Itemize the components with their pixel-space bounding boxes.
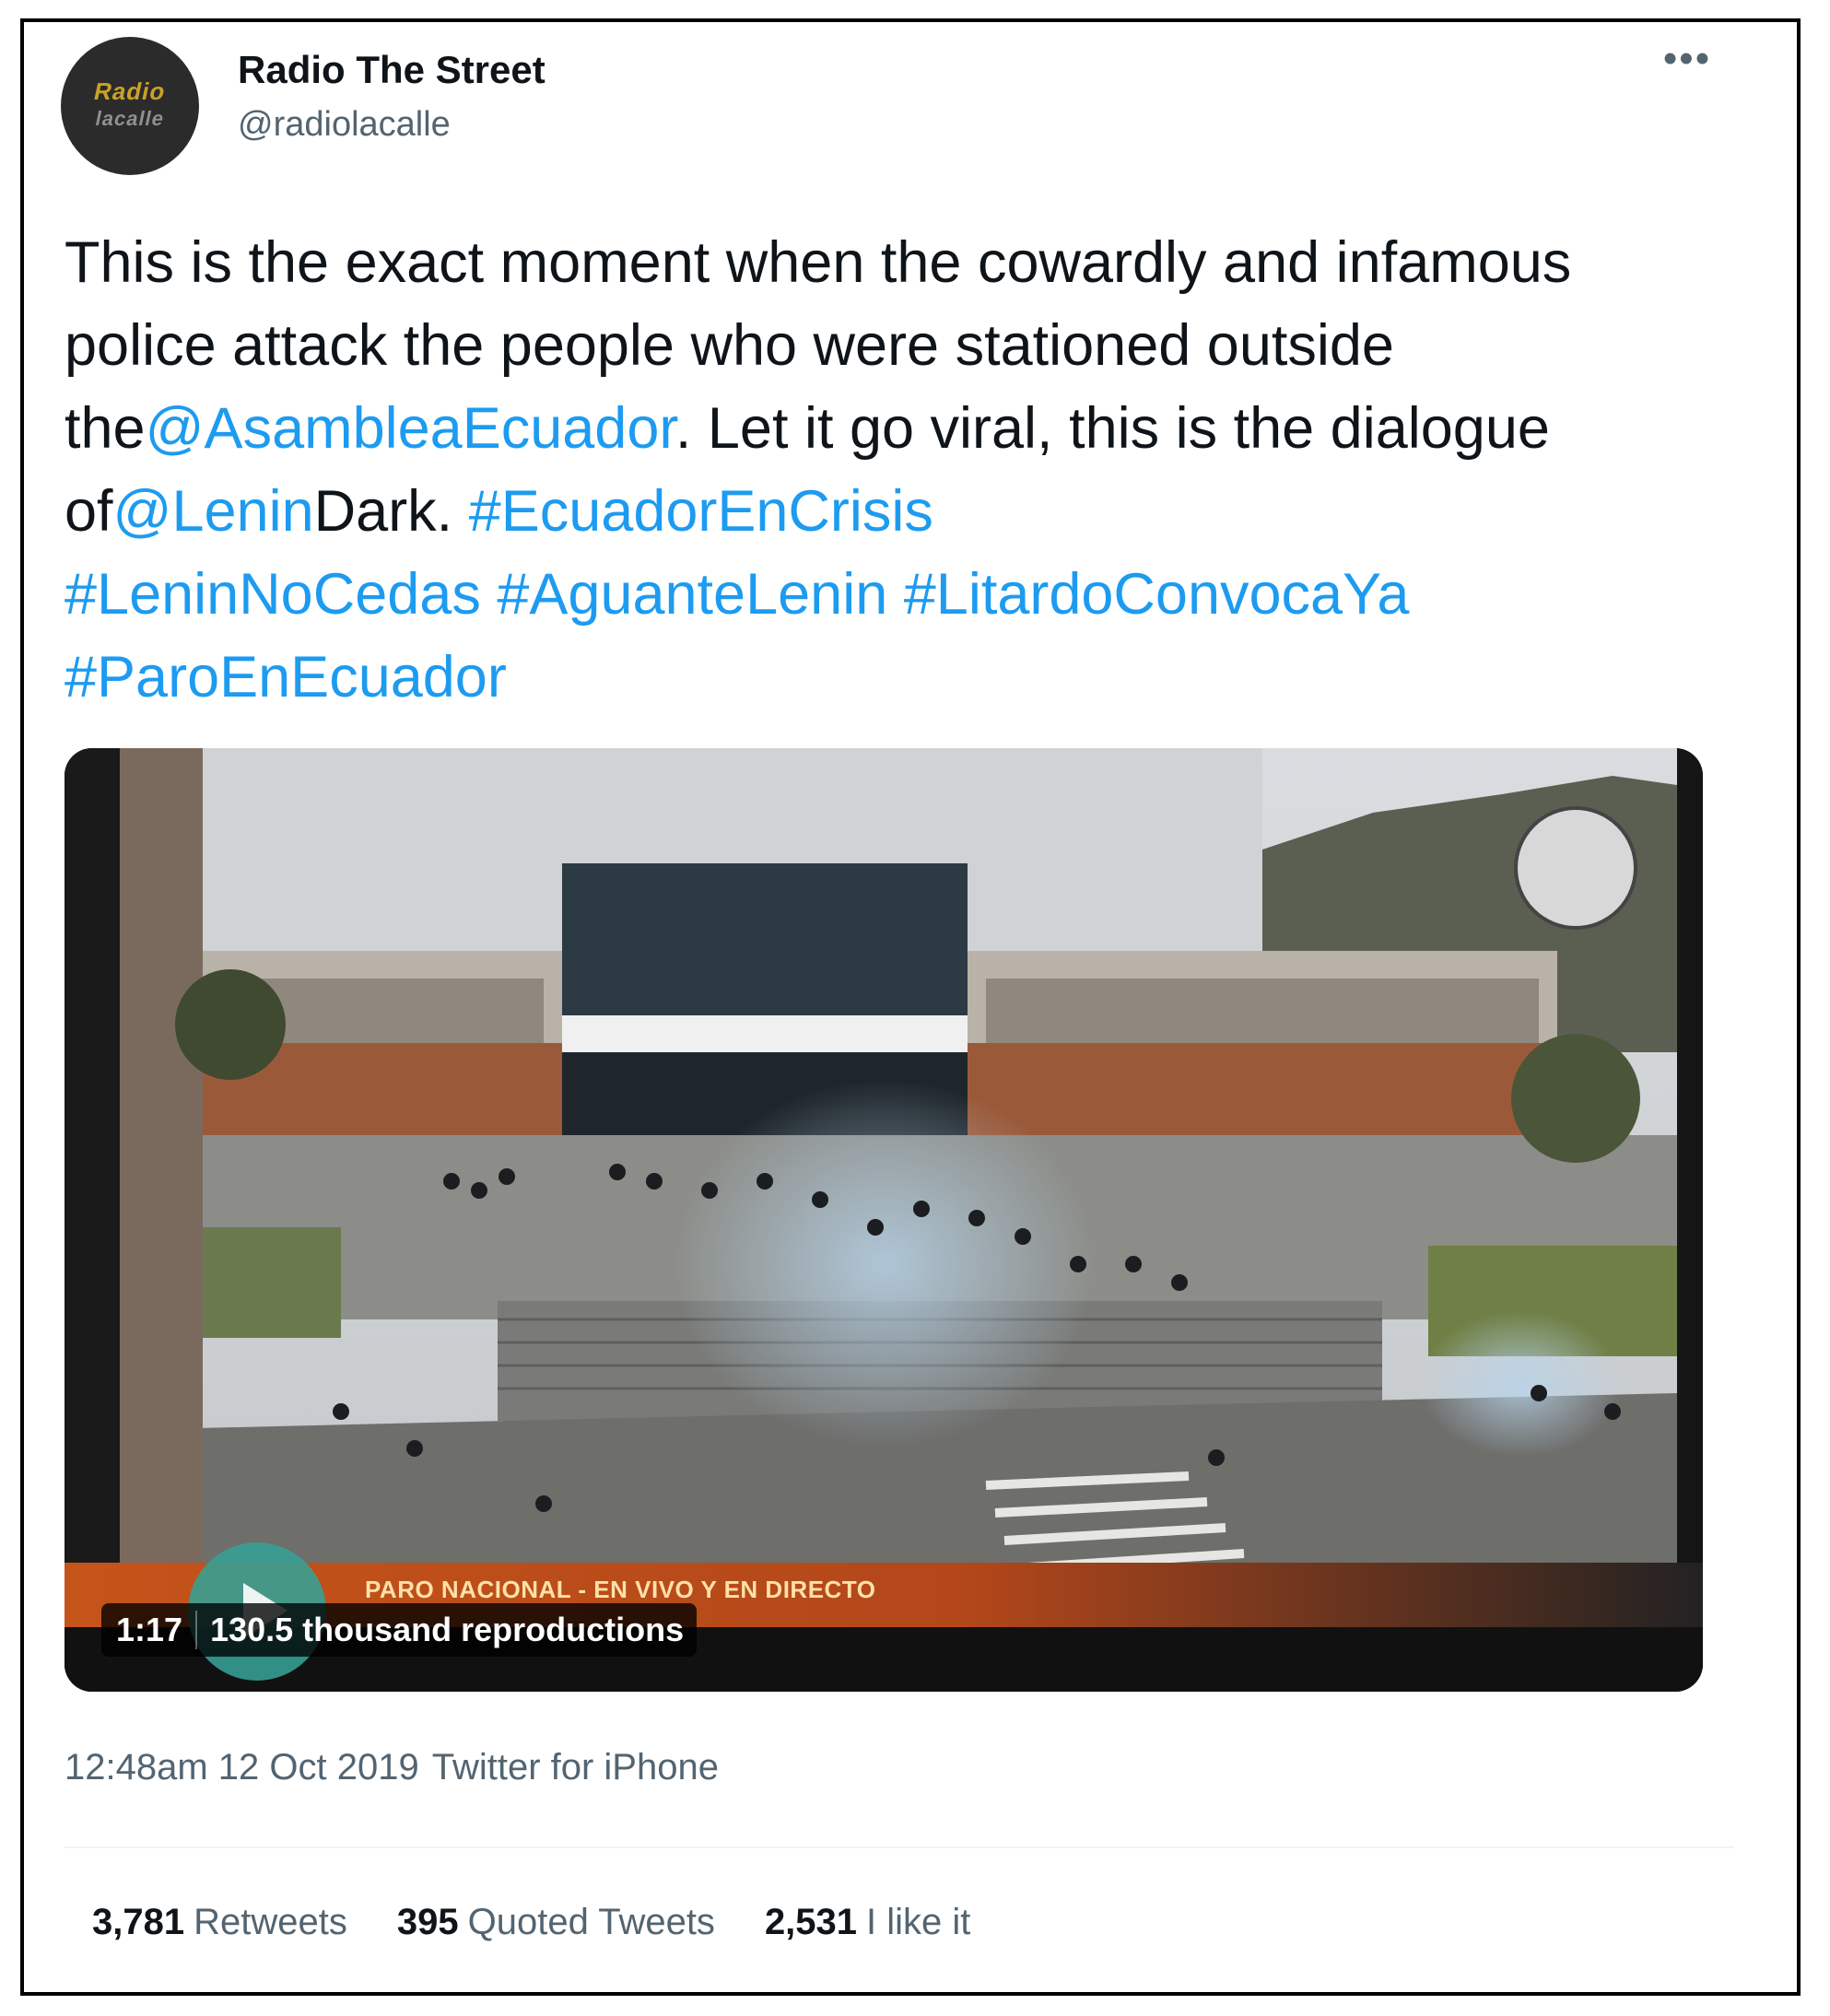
mention-lenin[interactable]: @Lenin [113,479,314,544]
divider [65,1846,1734,1848]
quoted-tweets-stat[interactable]: 395 Quoted Tweets [397,1902,715,1943]
likes-count: 2,531 [764,1902,858,1942]
tweet-source[interactable]: Twitter for iPhone [432,1747,719,1787]
retweets-stat[interactable]: 3,781 Retweets [92,1902,347,1943]
video-frame [65,748,1703,1692]
tweet-text: This is the exact moment when the coward… [65,221,1723,719]
quoted-label: Quoted Tweets [467,1902,715,1942]
hashtag-litardo-convoca-ya[interactable]: #LitardoConvocaYa [904,562,1410,627]
tweet-meta: 12:48am 12 Oct 2019 Twitter for iPhone [65,1747,719,1788]
tweet-stats: 3,781 Retweets 395 Quoted Tweets 2,531 I li… [92,1902,970,1943]
retweets-count: 3,781 [92,1902,185,1942]
mention-asamblea-ecuador[interactable]: @AsambleaEcuador [146,396,675,461]
video-player[interactable] [65,748,1703,1692]
retweets-label: Retweets [194,1902,347,1942]
likes-stat[interactable]: 2,531 I like it [765,1902,970,1943]
more-horizontal-icon[interactable]: ••• [1655,39,1719,87]
tweet-timestamp[interactable]: 12:48am 12 Oct 2019 [65,1747,419,1787]
video-duration: 1:17 [101,1611,198,1649]
video-ticker-text: PARO NACIONAL - EN VIVO Y EN DIRECTO [365,1576,876,1603]
hashtag-aguante-lenin[interactable]: #AguanteLenin [497,562,887,627]
hashtag-lenin-no-cedas[interactable]: #LeninNoCedas [65,562,481,627]
video-badge: 1:17 130.5 thousand reproductions [101,1603,698,1657]
tweet-text-part-3: Dark. [313,479,469,544]
author-display-name[interactable]: Radio The Street [238,48,545,92]
avatar-logo-top: Radio [91,77,169,105]
video-view-count: 130.5 thousand reproductions [210,1611,685,1648]
author-handle[interactable]: @radiolacalle [238,105,451,145]
hashtag-ecuador-en-crisis[interactable]: #EcuadorEnCrisis [469,479,933,544]
avatar[interactable]: Radio lacalle [61,37,199,175]
avatar-logo-bottom: lacalle [93,107,167,130]
quoted-count: 395 [396,1902,459,1942]
likes-label: I like it [866,1902,971,1942]
hashtag-paro-en-ecuador[interactable]: #ParoEnEcuador [65,645,507,709]
